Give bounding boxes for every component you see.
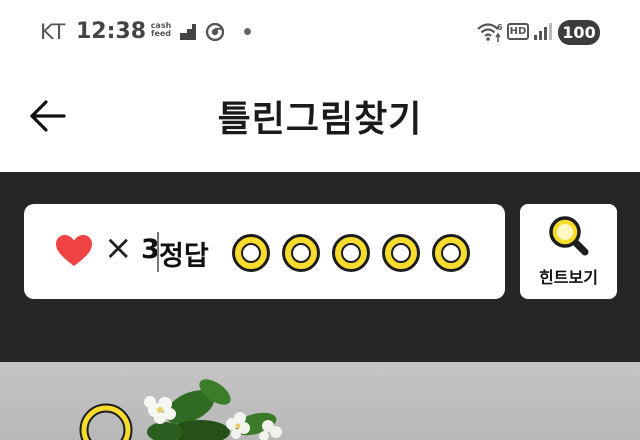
status-panel: × 3 정답 — [24, 204, 505, 299]
magnifier-icon — [549, 216, 589, 256]
answer-slot — [382, 234, 420, 272]
spot-difference-picture[interactable] — [0, 362, 640, 440]
hint-button[interactable]: 힌트보기 — [520, 204, 617, 299]
hd-voice-icon: HD — [507, 23, 529, 40]
cellular-signal-icon — [534, 23, 552, 40]
app-header: 틀린그림찾기 — [0, 64, 640, 172]
answer-slot — [282, 234, 320, 272]
game-status-area: × 3 정답 힌트보기 — [0, 172, 640, 362]
page-title: 틀린그림찾기 — [217, 99, 423, 140]
notification-dot-icon — [244, 28, 251, 35]
cashfeed-app-icon: cash feed — [150, 21, 172, 38]
picture-artwork — [79, 379, 282, 440]
battery-indicator: 100 — [558, 20, 600, 45]
answer-slots — [232, 234, 470, 272]
answer-slot — [232, 234, 270, 272]
marker-ring-shape — [81, 405, 131, 440]
chrome-icon — [206, 23, 224, 41]
status-bar: KT 12:38 cash feed 6 HD 100 — [0, 0, 640, 64]
svg-text:6: 6 — [497, 23, 503, 32]
hint-label: 힌트보기 — [539, 268, 598, 287]
times-icon: × — [104, 228, 133, 268]
answer-label: 정답 — [159, 241, 209, 272]
carrier-label: KT — [40, 20, 66, 44]
answer-slot — [432, 234, 470, 272]
heart-icon — [56, 235, 92, 266]
wifi-6-icon: 6 — [477, 23, 503, 42]
status-time: 12:38 — [76, 19, 147, 44]
app-notification-icon — [180, 24, 196, 40]
answer-slot — [332, 234, 370, 272]
